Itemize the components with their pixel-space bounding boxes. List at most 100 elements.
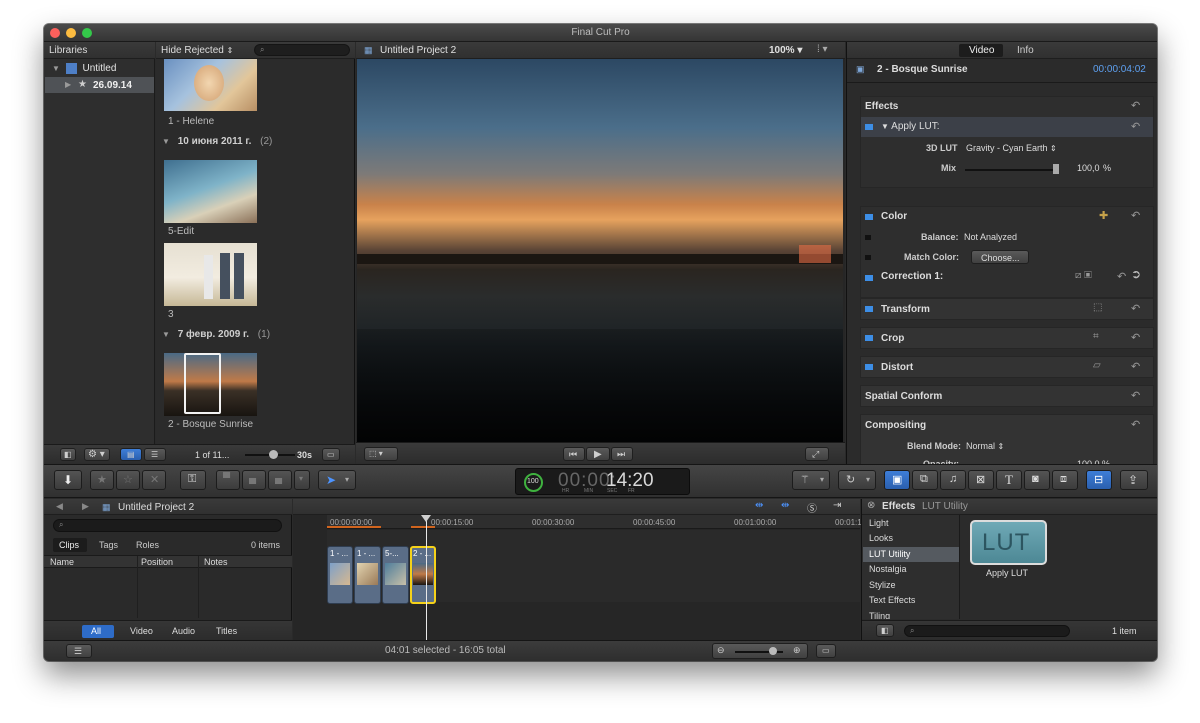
filter-all-tab[interactable]: All <box>82 625 114 638</box>
reject-button[interactable]: ✕ <box>142 470 166 490</box>
disclosure-closed-icon[interactable]: ▶ <box>65 80 71 89</box>
transform-section[interactable]: Transform ⬚ ↶ <box>860 298 1154 320</box>
sidebar-toggle-button[interactable]: ◧ <box>60 448 76 461</box>
browser-search-field[interactable]: ⌕ <box>254 44 350 56</box>
category-item-selected[interactable]: LUT Utility <box>863 547 959 562</box>
tab-roles[interactable]: Roles <box>136 540 159 550</box>
fullscreen-button[interactable]: ⤢ <box>805 447 829 461</box>
tab-tags[interactable]: Tags <box>99 540 118 550</box>
disclosure-open-icon[interactable]: ▼ <box>162 137 170 146</box>
reset-icon[interactable]: ↶ <box>1131 418 1140 431</box>
checkbox[interactable] <box>865 235 871 240</box>
category-item[interactable]: Nostalgia <box>863 562 959 577</box>
connect-button[interactable]: ▀ <box>216 470 240 490</box>
previous-frame-button[interactable]: ⏮ <box>563 447 585 461</box>
reset-icon[interactable]: ↶ <box>1131 302 1140 315</box>
crop-section[interactable]: Crop ⌗ ↶ <box>860 327 1154 349</box>
zoom-level[interactable]: 100% ▾ <box>769 45 802 56</box>
clip-thumbnail-bosque-sunrise[interactable] <box>164 353 257 416</box>
sidebar-toggle-button[interactable]: ◧ <box>876 624 894 637</box>
blend-mode-popup[interactable]: Normal ⇕ <box>966 441 1004 451</box>
apply-lut-effect-thumbnail[interactable]: LUT <box>970 520 1047 565</box>
titles-browser-button[interactable]: T <box>996 470 1022 490</box>
unrate-button[interactable]: ☆ <box>116 470 140 490</box>
mix-value[interactable]: 100,0 <box>1077 163 1100 173</box>
append-button[interactable]: ▄ <box>268 470 292 490</box>
choose-button[interactable]: Choose... <box>971 250 1029 264</box>
keyword-button[interactable]: ⚿ <box>180 470 206 490</box>
zoom-slider-knob[interactable] <box>269 450 278 459</box>
disclosure-open-icon[interactable]: ▼ <box>52 64 60 73</box>
transform-menu-button[interactable]: ⬚ ▾ <box>364 447 398 461</box>
edit-menu-button[interactable]: ▾ <box>294 470 310 490</box>
column-name[interactable]: Name <box>50 557 74 567</box>
filter-popup[interactable]: Hide Rejected ⇕ <box>161 45 233 56</box>
distort-onscreen-icon[interactable]: ▱ <box>1093 360 1101 371</box>
themes-browser-button[interactable]: ⧈ <box>1052 470 1078 490</box>
effects-browser-toggle[interactable]: ⊟ <box>1086 470 1112 490</box>
mix-slider-knob[interactable] <box>1053 164 1059 174</box>
enable-checkbox[interactable] <box>865 335 873 341</box>
enable-checkbox[interactable] <box>865 364 873 370</box>
tab-clips[interactable]: Clips <box>53 538 87 552</box>
enable-checkbox[interactable] <box>865 306 873 312</box>
enable-checkbox[interactable] <box>865 275 873 281</box>
favorite-button[interactable]: ★ <box>90 470 114 490</box>
insert-button[interactable]: ▄ <box>242 470 266 490</box>
clip-appearance-button[interactable]: ▭ <box>816 644 836 658</box>
color-board-icon[interactable]: ✚ <box>1099 209 1108 222</box>
enhancements-button[interactable]: ⚚ ▾ <box>792 470 830 490</box>
filter-titles-tab[interactable]: Titles <box>216 626 237 636</box>
reset-icon[interactable]: ↶ <box>1131 360 1140 373</box>
playhead-handle-icon[interactable] <box>421 515 431 522</box>
timeline-clip-selected[interactable]: 2 - ... <box>410 546 436 604</box>
music-browser-button[interactable]: ♫ <box>940 470 966 490</box>
zoom-slider-track[interactable] <box>245 450 295 459</box>
forward-icon[interactable]: ▶ <box>82 501 89 512</box>
filmstrip-view-button[interactable]: ▤ <box>120 448 142 461</box>
reset-icon[interactable]: ↶ <box>1131 331 1140 344</box>
reset-icon[interactable]: ↶ <box>1131 209 1140 222</box>
timeline-zoom-slider[interactable] <box>735 647 783 655</box>
share-button[interactable]: ⇪ <box>1120 470 1148 490</box>
filter-video-tab[interactable]: Video <box>130 626 153 636</box>
lut-popup[interactable]: Gravity - Cyan Earth ⇕ <box>966 143 1057 153</box>
spatial-conform-section[interactable]: Spatial Conform ↶ <box>860 385 1154 407</box>
retime-button[interactable]: ↻ ▾ <box>838 470 876 490</box>
dashboard-timecode[interactable]: 100 00:00: 14:20 HR MIN SEC FR <box>515 468 690 495</box>
timeline-zoom-knob[interactable] <box>769 647 777 655</box>
transform-onscreen-icon[interactable]: ⬚ <box>1093 302 1102 313</box>
category-item[interactable]: Tiling <box>863 609 959 619</box>
library-untitled[interactable]: ▼ Untitled <box>52 63 116 74</box>
tab-video[interactable]: Video <box>959 44 1003 57</box>
enable-checkbox[interactable] <box>865 124 873 130</box>
snapping-icon[interactable]: ⇥ <box>833 500 841 511</box>
reset-icon[interactable]: ↶ <box>1117 270 1126 283</box>
background-tasks-meter[interactable]: 100 <box>524 473 543 492</box>
date-group-header[interactable]: ▼ 7 февр. 2009 г. (1) <box>162 329 270 340</box>
zoom-out-icon[interactable]: ⊖ <box>717 645 725 656</box>
category-item[interactable]: Text Effects <box>863 593 959 608</box>
action-menu-button[interactable]: ⚙ ▾ <box>84 448 110 461</box>
view-options-button[interactable]: ⁞ ▾ <box>817 44 828 55</box>
crop-onscreen-icon[interactable]: ⌗ <box>1093 331 1099 342</box>
zoom-in-icon[interactable]: ⊕ <box>793 645 801 656</box>
solo-icon[interactable]: Ⓢ <box>807 500 817 515</box>
date-group-header[interactable]: ▼ 10 июня 2011 г. (2) <box>162 136 272 147</box>
timeline-clip[interactable]: 1 - ... <box>327 546 353 604</box>
clip-thumbnail-3[interactable] <box>164 243 257 306</box>
clip-appearance-button[interactable]: ▭ <box>322 448 340 461</box>
playhead[interactable] <box>421 515 431 640</box>
event-26-09-14[interactable]: ▶ ★ 26.09.14 <box>45 77 154 93</box>
category-item[interactable]: Stylize <box>863 578 959 593</box>
close-browser-icon[interactable]: ⊗ <box>867 500 875 511</box>
clip-thumbnail-5-edit[interactable] <box>164 160 257 223</box>
column-notes[interactable]: Notes <box>204 557 228 567</box>
column-position[interactable]: Position <box>141 557 173 567</box>
transitions-browser-button[interactable]: ⊠ <box>968 470 994 490</box>
go-arrow-icon[interactable]: ➲ <box>1131 267 1141 281</box>
select-tool-button[interactable]: ➤ ▾ <box>318 470 356 490</box>
timeline-clip[interactable]: 5-... <box>382 546 409 604</box>
skimming-icon[interactable]: ⇹ <box>755 500 763 511</box>
reset-icon[interactable]: ↶ <box>1131 389 1140 402</box>
